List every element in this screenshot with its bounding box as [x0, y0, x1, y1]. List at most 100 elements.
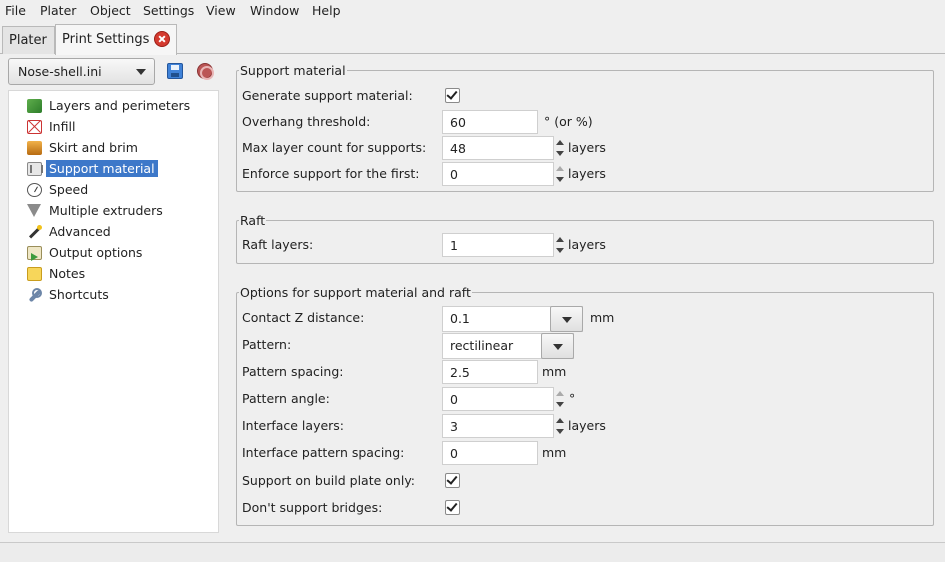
sidebar-item-label: Advanced — [49, 224, 111, 239]
menu-bar: File Plater Object Settings View Window … — [0, 0, 945, 22]
pattern-spacing-row: Pattern spacing: 2.5 mm — [242, 359, 932, 385]
contact-z-row: Contact Z distance: 0.1 mm — [242, 305, 932, 332]
generate-support-checkbox[interactable] — [445, 88, 460, 103]
sidebar-item-label: Multiple extruders — [49, 203, 163, 218]
support-material-group-title: Support material — [239, 63, 347, 78]
raft-layers-row: Raft layers: 1 layers — [242, 232, 932, 258]
max-layer-count-input[interactable]: 48 — [442, 136, 554, 160]
pattern-angle-spinner[interactable] — [555, 388, 565, 410]
output-icon — [27, 246, 42, 261]
build-plate-only-label: Support on build plate only: — [242, 473, 416, 488]
sidebar-item-multiple-extruders[interactable]: Multiple extruders — [24, 201, 214, 221]
menu-help[interactable]: Help — [312, 3, 341, 18]
sidebar-item-shortcuts[interactable]: Shortcuts — [24, 285, 214, 305]
sidebar-item-infill[interactable]: Infill — [24, 117, 214, 137]
menu-object[interactable]: Object — [90, 3, 131, 18]
pattern-angle-unit: ° — [569, 391, 576, 406]
dont-support-bridges-row: Don't support bridges: — [242, 495, 932, 521]
skirt-icon — [27, 141, 42, 155]
infill-icon — [27, 120, 42, 134]
sidebar-item-support-material[interactable]: Support material — [24, 159, 214, 179]
support-material-group: Support material Generate support materi… — [236, 63, 934, 192]
max-layer-count-row: Max layer count for supports: 48 layers — [242, 135, 932, 161]
interface-layers-label: Interface layers: — [242, 418, 345, 433]
dont-support-bridges-checkbox[interactable] — [445, 500, 460, 515]
sidebar-item-label: Support material — [46, 160, 158, 177]
pattern-select[interactable]: rectilinear — [442, 333, 574, 359]
sidebar-item-label: Shortcuts — [49, 287, 109, 302]
raft-group-title: Raft — [239, 213, 267, 228]
max-layer-count-spinner[interactable] — [555, 137, 565, 159]
checkmark-icon — [446, 88, 458, 100]
wrench-icon — [27, 288, 42, 302]
tab-plater-label: Plater — [9, 33, 47, 48]
contact-z-combo[interactable]: 0.1 — [442, 306, 583, 332]
interface-spacing-unit: mm — [542, 445, 567, 460]
max-layer-count-label: Max layer count for supports: — [242, 140, 427, 155]
tab-print-settings-label: Print Settings — [62, 32, 150, 47]
pattern-label: Pattern: — [242, 337, 292, 352]
pattern-spacing-label: Pattern spacing: — [242, 364, 344, 379]
interface-spacing-input[interactable]: 0 — [442, 441, 538, 465]
sidebar-item-label: Output options — [49, 245, 143, 260]
sidebar-item-layers-and-perimeters[interactable]: Layers and perimeters — [24, 96, 214, 116]
enforce-support-spinner[interactable] — [555, 163, 565, 185]
overhang-threshold-unit: ° (or %) — [544, 114, 593, 129]
interface-layers-unit: layers — [568, 418, 606, 433]
pattern-angle-row: Pattern angle: 0 ° — [242, 386, 932, 412]
enforce-support-input[interactable]: 0 — [442, 162, 554, 186]
generate-support-row: Generate support material: — [242, 83, 932, 109]
interface-layers-row: Interface layers: 3 layers — [242, 413, 932, 439]
sidebar-item-skirt-and-brim[interactable]: Skirt and brim — [24, 138, 214, 158]
interface-layers-input[interactable]: 3 — [442, 414, 554, 438]
menu-plater[interactable]: Plater — [40, 3, 76, 18]
build-plate-only-checkbox[interactable] — [445, 473, 460, 488]
support-raft-options-group: Options for support material and raft Co… — [236, 285, 934, 526]
status-bar — [0, 542, 945, 562]
raft-layers-label: Raft layers: — [242, 237, 314, 252]
raft-layers-input[interactable]: 1 — [442, 233, 554, 257]
overhang-threshold-row: Overhang threshold: 60 ° (or %) — [242, 109, 932, 135]
menu-window[interactable]: Window — [250, 3, 299, 18]
speed-icon — [27, 183, 42, 197]
overhang-threshold-input[interactable]: 60 — [442, 110, 538, 134]
enforce-support-unit: layers — [568, 166, 606, 181]
sidebar-item-label: Infill — [49, 119, 76, 134]
layers-icon — [27, 99, 42, 113]
menu-file[interactable]: File — [5, 3, 26, 18]
pattern-spacing-input[interactable]: 2.5 — [442, 360, 538, 384]
menu-settings[interactable]: Settings — [143, 3, 194, 18]
tab-plater[interactable]: Plater — [2, 26, 55, 54]
sidebar-item-label: Skirt and brim — [49, 140, 138, 155]
contact-z-label: Contact Z distance: — [242, 310, 365, 325]
pattern-spacing-unit: mm — [542, 364, 567, 379]
funnel-icon — [27, 204, 41, 217]
chevron-down-icon[interactable] — [550, 306, 583, 332]
save-preset-icon[interactable] — [167, 63, 183, 79]
raft-layers-unit: layers — [568, 237, 606, 252]
overhang-threshold-label: Overhang threshold: — [242, 114, 371, 129]
settings-category-tree: Layers and perimeters Infill Skirt and b… — [8, 90, 219, 533]
pattern-angle-label: Pattern angle: — [242, 391, 330, 406]
chevron-down-icon[interactable] — [541, 333, 574, 359]
preset-dropdown[interactable]: Nose-shell.ini — [8, 58, 155, 85]
interface-spacing-label: Interface pattern spacing: — [242, 445, 405, 460]
max-layer-count-unit: layers — [568, 140, 606, 155]
close-tab-icon[interactable] — [154, 31, 170, 47]
tab-print-settings[interactable]: Print Settings — [55, 24, 177, 55]
delete-preset-icon[interactable] — [197, 63, 214, 80]
raft-group: Raft Raft layers: 1 layers — [236, 213, 934, 264]
raft-layers-spinner[interactable] — [555, 234, 565, 256]
menu-view[interactable]: View — [206, 3, 236, 18]
interface-spacing-row: Interface pattern spacing: 0 mm — [242, 440, 932, 466]
interface-layers-spinner[interactable] — [555, 415, 565, 437]
sidebar-item-notes[interactable]: Notes — [24, 264, 214, 284]
sidebar-item-output-options[interactable]: Output options — [24, 243, 214, 263]
wand-icon — [27, 225, 42, 239]
checkmark-icon — [446, 473, 458, 485]
pattern-angle-input[interactable]: 0 — [442, 387, 554, 411]
sidebar-item-speed[interactable]: Speed — [24, 180, 214, 200]
sidebar-item-advanced[interactable]: Advanced — [24, 222, 214, 242]
tab-bar: Plater Print Settings — [0, 22, 945, 55]
build-plate-only-row: Support on build plate only: — [242, 468, 932, 494]
